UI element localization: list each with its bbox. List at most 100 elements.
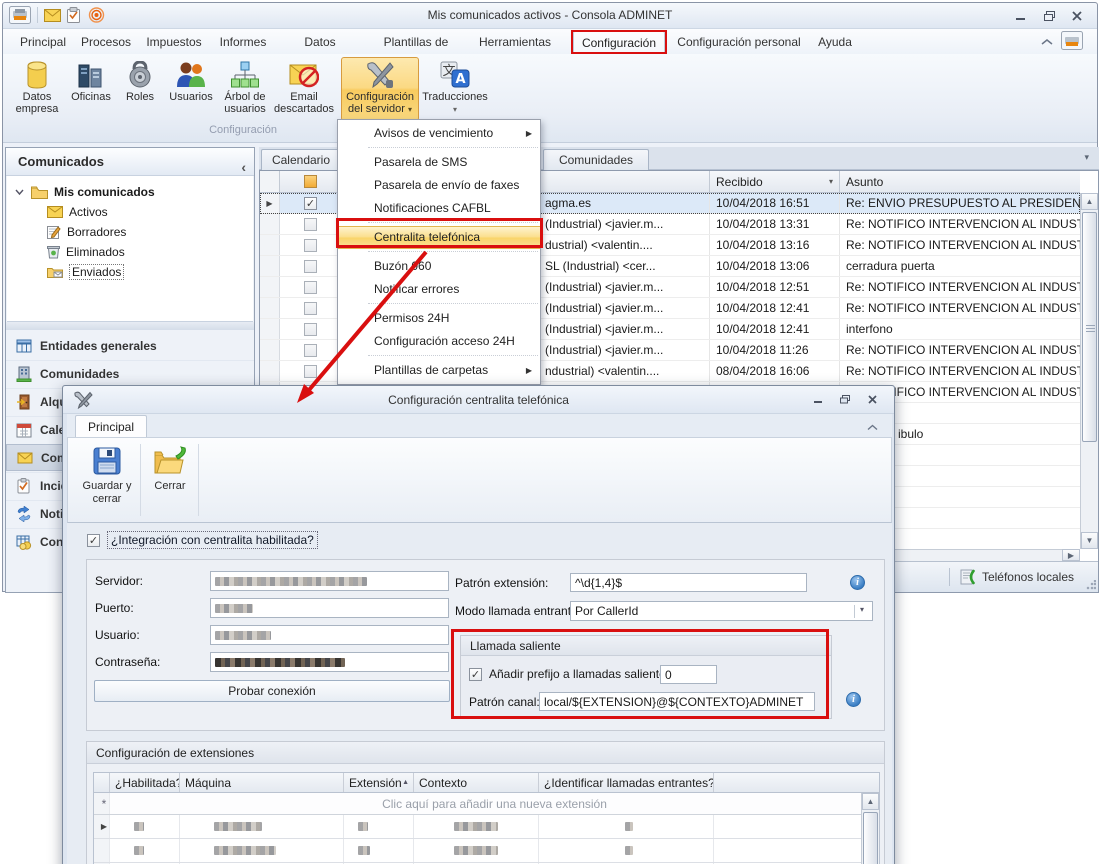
row-checkbox[interactable]: [304, 323, 317, 336]
dialog-minimize-button[interactable]: [806, 392, 830, 407]
header-recibido[interactable]: Recibido▾: [710, 171, 840, 192]
info-icon[interactable]: i: [850, 575, 865, 590]
extensions-scrollbar[interactable]: ▲: [861, 793, 879, 864]
ribbon-button-roles[interactable]: Roles: [119, 57, 161, 121]
status-label[interactable]: Teléfonos locales: [982, 570, 1074, 584]
row-checkbox[interactable]: [304, 302, 317, 315]
modo-llamada-combo[interactable]: Por CallerId ▾: [570, 601, 873, 621]
menu-item-pasarela-sms[interactable]: Pasarela de SMS: [338, 151, 540, 174]
prefijo-checkbox[interactable]: ✓: [469, 668, 482, 681]
puerto-input[interactable]: [210, 598, 449, 618]
menu-item-centralita-telefonica[interactable]: Centralita telefónica: [338, 226, 540, 249]
extension-row[interactable]: ▶: [94, 815, 879, 839]
close-dialog-button[interactable]: Cerrar: [144, 440, 196, 520]
scroll-down-icon[interactable]: ▼: [1081, 532, 1098, 549]
save-close-button[interactable]: Guardar y cerrar: [76, 440, 138, 520]
dialog-close-button[interactable]: [860, 392, 884, 407]
select-all-checkbox[interactable]: [304, 175, 317, 188]
tree-node-root[interactable]: Mis comunicados: [7, 182, 253, 202]
scroll-up-icon[interactable]: ▲: [862, 793, 879, 810]
door-icon: [16, 394, 32, 410]
patron-extension-input[interactable]: ^\d{1,4}$: [570, 573, 807, 592]
menu-item-notificar-errores[interactable]: Notificar errores: [338, 278, 540, 301]
tab-calendario[interactable]: Calendario: [261, 149, 341, 170]
menu-item-buzon-060[interactable]: Buzón 060: [338, 255, 540, 278]
prefijo-input[interactable]: 0: [660, 665, 717, 684]
header-checkbox-cell[interactable]: [280, 171, 342, 192]
ribbon-collapse-icon[interactable]: [1041, 35, 1053, 49]
vertical-scrollbar[interactable]: ▲ ▼: [1080, 193, 1098, 549]
info-icon[interactable]: i: [846, 692, 861, 707]
ribbon-button-email-descartados[interactable]: Email descartados: [271, 57, 337, 121]
tab-ayuda[interactable]: Ayuda: [811, 31, 859, 53]
row-checkbox[interactable]: ✓: [304, 197, 317, 210]
menu-item-avisos-vencimiento[interactable]: Avisos de vencimiento▶: [338, 122, 540, 145]
tree-node-enviados[interactable]: Enviados: [7, 262, 253, 282]
probar-conexion-button[interactable]: Probar conexión: [94, 680, 450, 702]
sidebar-item-entidades-generales[interactable]: Entidades generales: [6, 332, 254, 359]
ribbon-button-traducciones[interactable]: 文A Traducciones▾: [423, 57, 487, 121]
tab-informes[interactable]: Informes: [215, 31, 271, 53]
ribbon-button-usuarios[interactable]: Usuarios: [163, 57, 219, 121]
tab-plantillas-texto[interactable]: Plantillas de texto: [369, 31, 463, 53]
save-icon: [92, 446, 122, 476]
help-app-icon[interactable]: [1061, 31, 1083, 50]
col-habilitada[interactable]: ¿Habilitada?: [110, 773, 180, 792]
scroll-up-icon[interactable]: ▲: [1081, 193, 1098, 210]
scrollbar-thumb[interactable]: [1082, 212, 1097, 442]
dialog-tab-principal[interactable]: Principal: [75, 415, 147, 437]
col-extension[interactable]: Extensión▲: [344, 773, 414, 792]
row-checkbox[interactable]: [304, 260, 317, 273]
menu-item-notificaciones-cafbl[interactable]: Notificaciones CAFBL: [338, 197, 540, 220]
sidebar-item-comunidades[interactable]: Comunidades: [6, 360, 254, 387]
ribbon-button-datos-empresa[interactable]: Datos empresa: [11, 57, 63, 121]
ribbon-button-oficinas[interactable]: Oficinas: [65, 57, 117, 121]
menu-item-permisos-24h[interactable]: Permisos 24H: [338, 307, 540, 330]
servidor-input[interactable]: [210, 571, 449, 591]
tab-herramientas[interactable]: Herramientas: [475, 31, 555, 53]
resize-grip[interactable]: [1086, 580, 1096, 590]
menu-item-plantillas-carpetas[interactable]: Plantillas de carpetas▶: [338, 359, 540, 382]
tab-overflow-icon[interactable]: ▾: [1084, 152, 1089, 163]
tab-principal[interactable]: Principal: [17, 31, 69, 53]
scrollbar-thumb[interactable]: [863, 812, 878, 864]
tab-configuracion-personal[interactable]: Configuración personal: [675, 31, 803, 53]
ribbon-button-configuracion-servidor[interactable]: Configuración del servidor ▾: [341, 57, 419, 121]
row-checkbox[interactable]: [304, 281, 317, 294]
tab-impuestos[interactable]: Impuestos: [145, 31, 203, 53]
row-checkbox[interactable]: [304, 365, 317, 378]
tab-configuracion[interactable]: Configuración: [573, 31, 665, 53]
tree-node-borradores[interactable]: Borradores: [7, 222, 253, 242]
close-button[interactable]: [1065, 8, 1089, 24]
integration-checkbox-label[interactable]: ¿Integración con centralita habilitada?: [107, 531, 318, 549]
integration-checkbox[interactable]: ✓: [87, 534, 100, 547]
patron-canal-input[interactable]: local/${EXTENSION}@${CONTEXTO}ADMINET: [539, 692, 815, 711]
tab-datos-basicos[interactable]: Datos básicos: [283, 31, 357, 53]
col-identificar[interactable]: ¿Identificar llamadas entrantes?: [539, 773, 714, 792]
col-maquina[interactable]: Máquina: [180, 773, 344, 792]
sidebar-splitter[interactable]: [6, 322, 254, 330]
contrasena-input[interactable]: [210, 652, 449, 672]
col-contexto[interactable]: Contexto: [414, 773, 539, 792]
new-extension-row[interactable]: * Clic aquí para añadir una nueva extens…: [94, 793, 879, 815]
extension-row[interactable]: [94, 839, 879, 863]
combo-dropdown-icon[interactable]: ▾: [854, 605, 869, 618]
tree-node-eliminados[interactable]: Eliminados: [7, 242, 253, 262]
usuario-input[interactable]: [210, 625, 449, 645]
row-checkbox[interactable]: [304, 239, 317, 252]
minimize-button[interactable]: [1009, 8, 1033, 24]
menu-item-configuracion-acceso-24h[interactable]: Configuración acceso 24H: [338, 330, 540, 353]
row-checkbox[interactable]: [304, 344, 317, 357]
row-checkbox[interactable]: [304, 218, 317, 231]
tree-node-activos[interactable]: Activos: [7, 202, 253, 222]
restore-button[interactable]: [1037, 8, 1061, 24]
scroll-right-icon[interactable]: ▶: [1062, 549, 1080, 561]
tab-comunidades[interactable]: Comunidades: [543, 149, 649, 170]
menu-item-pasarela-faxes[interactable]: Pasarela de envío de faxes: [338, 174, 540, 197]
ribbon-button-arbol-usuarios[interactable]: Árbol de usuarios: [221, 57, 269, 121]
new-extension-hint[interactable]: Clic aquí para añadir una nueva extensió…: [110, 793, 879, 814]
dialog-restore-button[interactable]: [833, 392, 857, 407]
dialog-collapse-icon[interactable]: [867, 420, 878, 434]
tab-procesos[interactable]: Procesos: [79, 31, 133, 53]
header-asunto[interactable]: Asunto: [840, 171, 1080, 192]
